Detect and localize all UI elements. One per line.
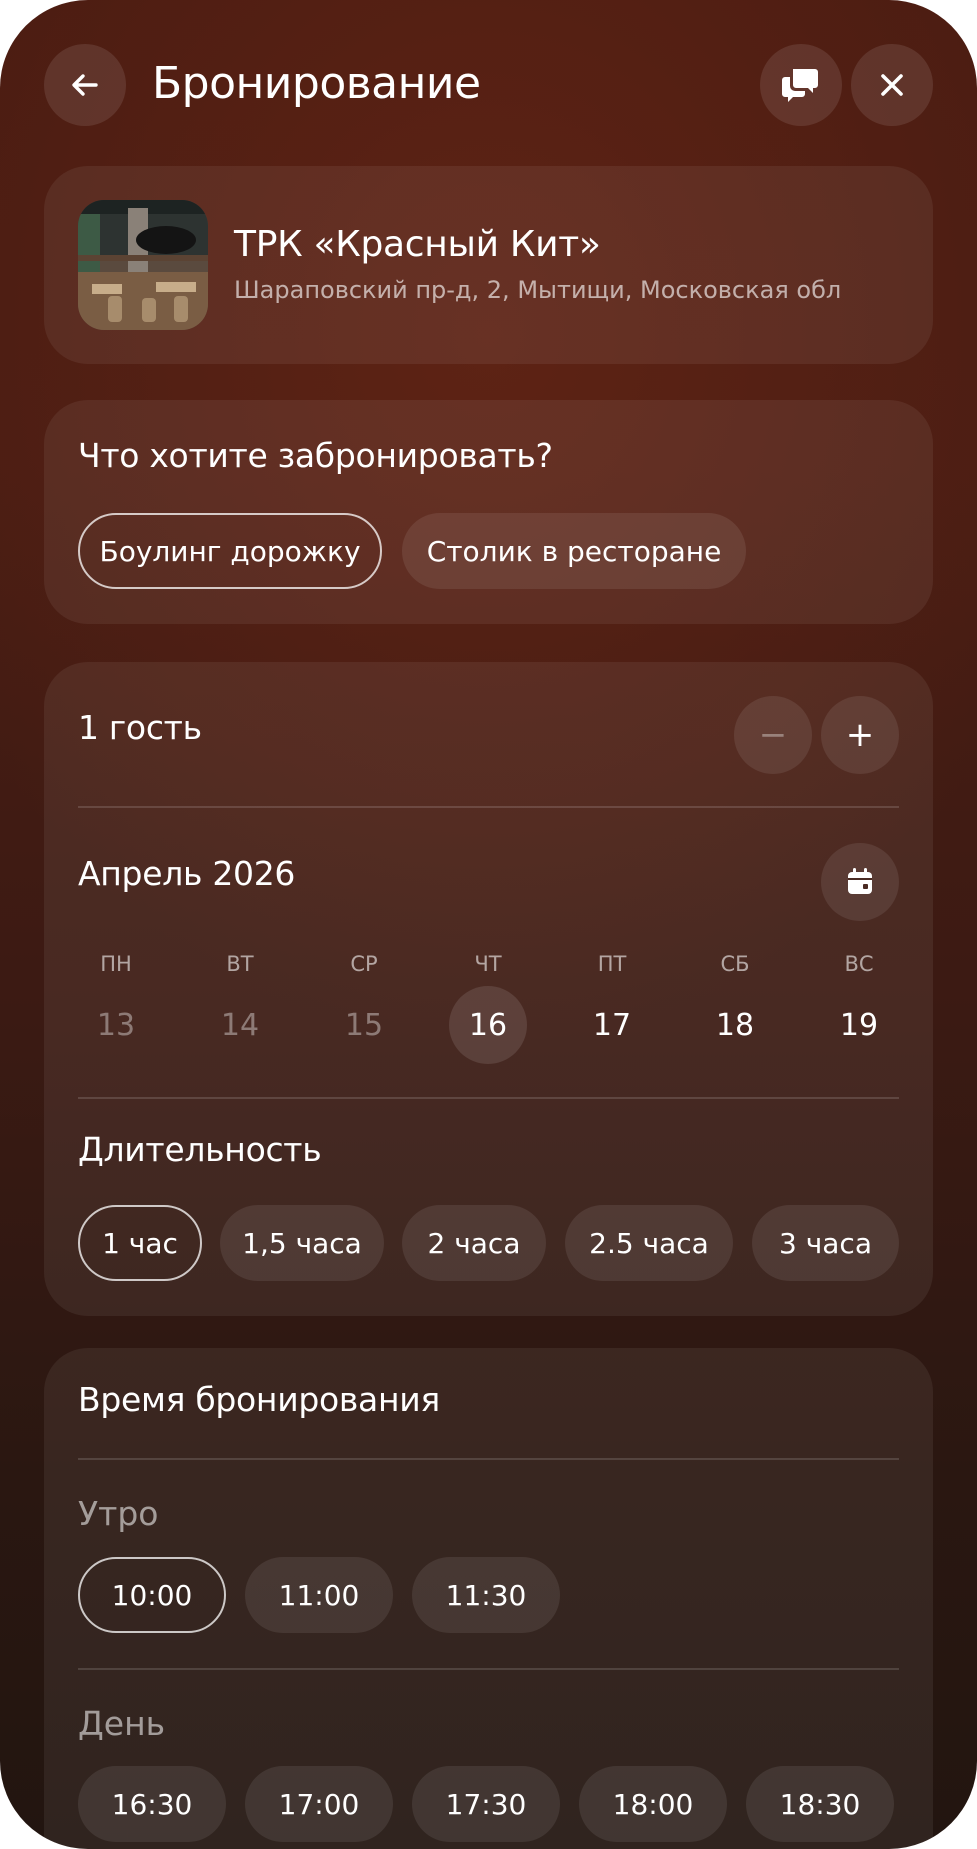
- page-title: Бронирование: [152, 58, 481, 109]
- booking-type-question: Что хотите забронировать?: [78, 436, 553, 475]
- venue-address: Шараповский пр-д, 2, Мытищи, Московская …: [234, 276, 842, 304]
- calendar-day[interactable]: 18: [696, 986, 774, 1064]
- option-bowling-lane[interactable]: Боулинг дорожку: [78, 513, 382, 589]
- morning-label: Утро: [78, 1494, 159, 1533]
- duration-option[interactable]: 1,5 часа: [220, 1205, 384, 1281]
- weekday-wed: СР: [350, 952, 378, 976]
- close-button[interactable]: [851, 44, 933, 126]
- time-title: Время бронирования: [78, 1380, 440, 1419]
- weekday-sat: СБ: [720, 952, 750, 976]
- duration-option[interactable]: 1 час: [78, 1205, 202, 1281]
- calendar-day: 14: [220, 1007, 260, 1043]
- minus-icon: −: [758, 715, 788, 755]
- close-icon: [881, 74, 903, 96]
- guests-date-duration-card: 1 гость − + Апрель 2026 ПН ВТ СР ЧТ ПТ С…: [44, 662, 933, 1316]
- weekday-fri: ПТ: [597, 952, 627, 976]
- divider: [78, 1458, 899, 1460]
- time-card: Время бронирования Утро 10:00 11:00 11:3…: [44, 1348, 933, 1849]
- chat-bubbles-icon: [782, 69, 818, 102]
- booking-type-card: Что хотите забронировать? Боулинг дорожк…: [44, 400, 933, 624]
- divider: [78, 806, 899, 808]
- time-slot[interactable]: 10:00: [78, 1557, 226, 1633]
- time-slot[interactable]: 17:00: [245, 1766, 393, 1842]
- weekday-mon: ПН: [100, 952, 132, 976]
- duration-option[interactable]: 2 часа: [402, 1205, 546, 1281]
- weekday-thu: ЧТ: [474, 952, 502, 976]
- venue-card[interactable]: ТРК «Красный Кит» Шараповский пр-д, 2, М…: [44, 166, 933, 364]
- calendar-icon: [848, 868, 872, 894]
- day-label: День: [78, 1704, 166, 1743]
- calendar-day[interactable]: 19: [820, 986, 898, 1064]
- calendar-day-selected[interactable]: 16: [449, 986, 527, 1064]
- increase-guests-button[interactable]: +: [821, 696, 899, 774]
- back-button[interactable]: [44, 44, 126, 126]
- arrow-left-icon: [72, 74, 98, 96]
- open-calendar-button[interactable]: [821, 843, 899, 921]
- weekday-tue: ВТ: [226, 952, 254, 976]
- plus-icon: +: [845, 715, 875, 755]
- calendar-month: Апрель 2026: [78, 854, 296, 893]
- duration-option[interactable]: 3 часа: [752, 1205, 899, 1281]
- time-slot[interactable]: 11:30: [412, 1557, 560, 1633]
- booking-screen: Бронирование ТРК «Красный Кит» Шараповск…: [0, 0, 977, 1849]
- time-slot[interactable]: 18:30: [746, 1766, 894, 1842]
- time-slot[interactable]: 18:00: [579, 1766, 727, 1842]
- time-slot[interactable]: 11:00: [245, 1557, 393, 1633]
- duration-label: Длительность: [78, 1130, 322, 1169]
- venue-name: ТРК «Красный Кит»: [234, 224, 601, 265]
- decrease-guests-button[interactable]: −: [734, 696, 812, 774]
- option-restaurant-table[interactable]: Столик в ресторане: [402, 513, 746, 589]
- time-slot[interactable]: 16:30: [78, 1766, 226, 1842]
- duration-option[interactable]: 2.5 часа: [565, 1205, 733, 1281]
- divider: [78, 1668, 899, 1670]
- time-slot[interactable]: 17:30: [412, 1766, 560, 1842]
- divider: [78, 1097, 899, 1099]
- calendar-day[interactable]: 17: [573, 986, 651, 1064]
- venue-photo: [78, 200, 208, 330]
- weekday-sun: ВС: [844, 952, 874, 976]
- calendar-day: 13: [96, 1007, 136, 1043]
- calendar-day: 15: [344, 1007, 384, 1043]
- chat-button[interactable]: [760, 44, 842, 126]
- guest-count-label: 1 гость: [78, 708, 202, 747]
